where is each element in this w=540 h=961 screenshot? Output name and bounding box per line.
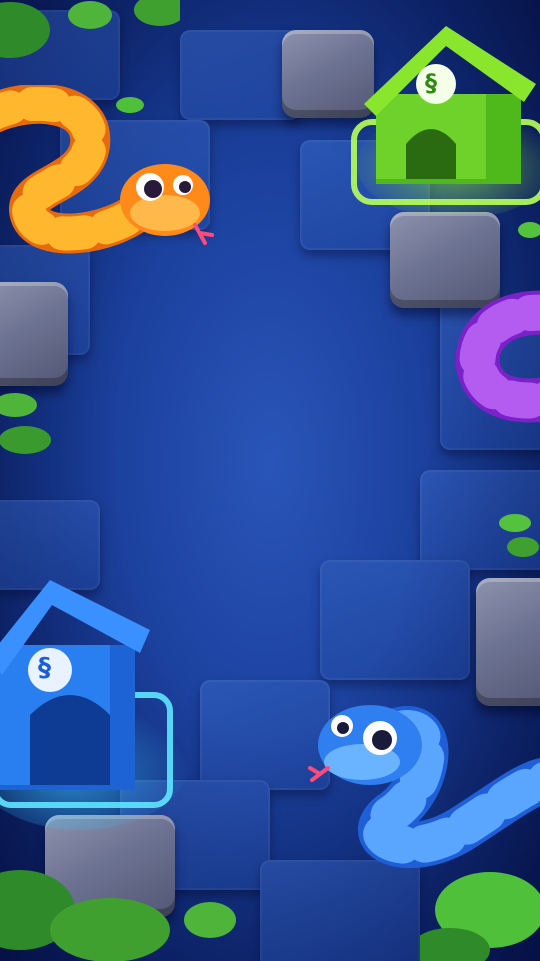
game-board: § § xyxy=(0,0,540,961)
foliage xyxy=(495,505,540,565)
foliage xyxy=(515,210,540,250)
snake-icon: § xyxy=(425,69,437,97)
foliage xyxy=(0,380,75,470)
green-snake-house[interactable]: § xyxy=(346,14,540,214)
snake-icon: § xyxy=(38,653,51,683)
floor-tile xyxy=(320,560,470,680)
rock-obstacle xyxy=(476,578,540,706)
blue-snake-house[interactable]: § xyxy=(0,575,200,835)
foliage xyxy=(0,850,280,961)
rock-obstacle xyxy=(0,282,68,386)
foliage xyxy=(115,90,155,120)
purple-snake[interactable] xyxy=(450,288,540,438)
blue-snake[interactable] xyxy=(300,690,540,880)
foliage xyxy=(0,0,180,80)
foliage xyxy=(420,860,540,961)
